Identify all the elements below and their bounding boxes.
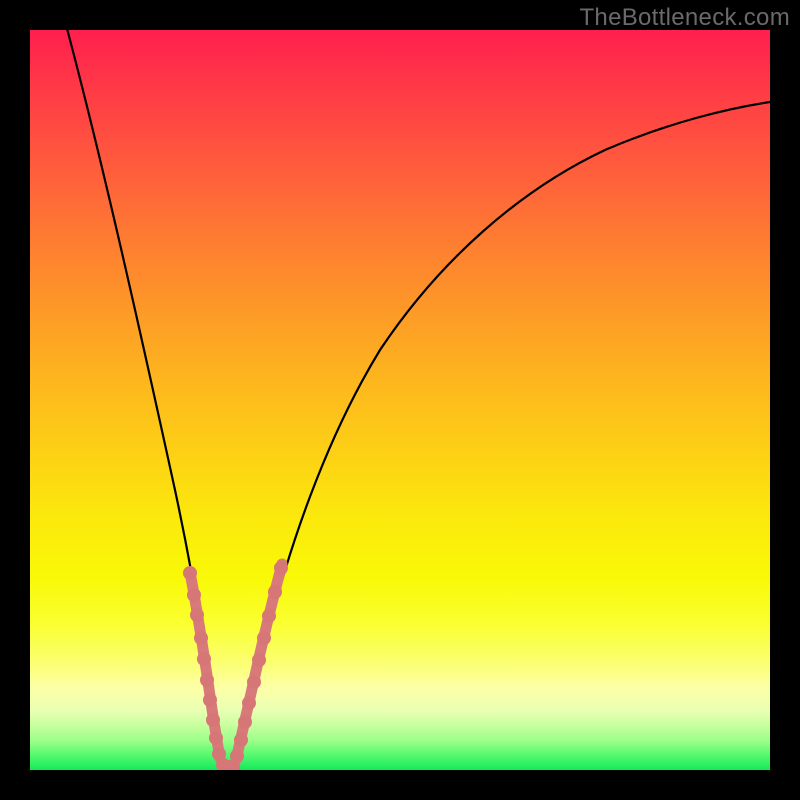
bead xyxy=(194,631,208,645)
bead xyxy=(197,652,211,666)
bead xyxy=(203,693,217,707)
watermark-text: TheBottleneck.com xyxy=(579,4,790,32)
bead xyxy=(230,749,244,763)
curve-right-arm xyxy=(235,102,770,766)
bead xyxy=(274,561,288,575)
bead xyxy=(190,608,204,622)
plot-area xyxy=(30,30,770,770)
curve-svg xyxy=(30,30,770,770)
bead xyxy=(268,585,282,599)
bead xyxy=(209,731,223,745)
bead xyxy=(247,675,261,689)
bead xyxy=(206,713,220,727)
bead xyxy=(262,609,276,623)
bead xyxy=(238,715,252,729)
bead xyxy=(252,653,266,667)
bead xyxy=(183,566,197,580)
bead xyxy=(187,588,201,602)
bead xyxy=(200,673,214,687)
bead xyxy=(234,733,248,747)
bead xyxy=(257,631,271,645)
chart-stage: TheBottleneck.com xyxy=(0,0,800,800)
bead xyxy=(242,696,256,710)
